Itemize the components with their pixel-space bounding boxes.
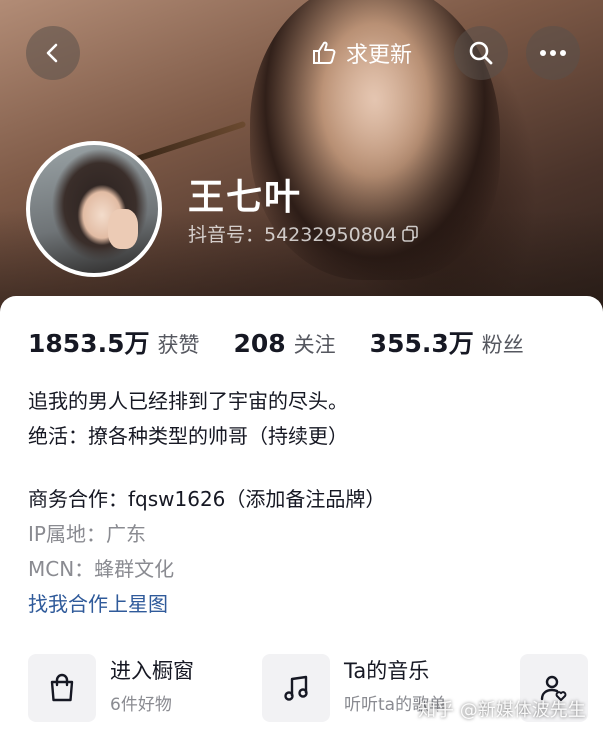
shopping-bag-icon bbox=[50, 673, 74, 702]
profile-stats: 1853.5万 获赞 208 关注 355.3万 粉丝 bbox=[28, 324, 558, 360]
douyin-id: 抖音号：54232950804 bbox=[188, 220, 419, 247]
bio-line: 追我的男人已经排到了宇宙的尽头。 bbox=[28, 389, 348, 413]
shortcut-title: 进入橱窗 bbox=[110, 659, 194, 683]
ip-location: IP属地：广东 bbox=[28, 522, 146, 546]
music-note-icon bbox=[284, 675, 308, 701]
shortcut-icon-box bbox=[262, 654, 330, 722]
stat-value: 355.3万 bbox=[369, 329, 474, 358]
stat-label: 获赞 bbox=[157, 333, 200, 357]
avatar[interactable] bbox=[26, 141, 162, 277]
chevron-left-icon bbox=[46, 43, 58, 63]
shortcut-subtitle: 6件好物 bbox=[110, 695, 172, 715]
profile-name: 王七叶 bbox=[188, 177, 303, 218]
search-button[interactable] bbox=[454, 26, 508, 80]
profile-info-card: 1853.5万 获赞 208 关注 355.3万 粉丝 追我的男人已经排到了宇宙… bbox=[0, 296, 603, 732]
star-map-link[interactable]: 找我合作上星图 bbox=[28, 587, 168, 622]
stat-likes[interactable]: 1853.5万 获赞 bbox=[28, 324, 199, 360]
mcn-agency: MCN：蜂群文化 bbox=[28, 557, 175, 581]
profile-bio: 追我的男人已经排到了宇宙的尽头。 绝活：撩各种类型的帅哥（持续更） bbox=[28, 384, 348, 454]
avatar-photo-detail bbox=[108, 209, 138, 249]
stat-label: 关注 bbox=[293, 333, 336, 357]
shortcut-showcase[interactable]: 进入橱窗 6件好物 bbox=[28, 654, 194, 722]
request-update-label: 求更新 bbox=[346, 43, 413, 68]
shortcut-title: Ta的音乐 bbox=[344, 659, 430, 683]
business-contact: 商务合作：fqsw1626（添加备注品牌） bbox=[28, 487, 386, 511]
pointing-hand-icon bbox=[313, 41, 336, 64]
stat-following[interactable]: 208 关注 bbox=[233, 329, 335, 359]
bio-line: 绝活：撩各种类型的帅哥（持续更） bbox=[28, 424, 348, 448]
search-icon bbox=[469, 41, 493, 65]
shortcut-icon-box bbox=[28, 654, 96, 722]
profile-meta: IP属地：广东 MCN：蜂群文化 bbox=[28, 517, 174, 587]
stat-value: 208 bbox=[233, 329, 286, 358]
stat-value: 1853.5万 bbox=[28, 329, 150, 358]
request-update-button[interactable]: 求更新 bbox=[298, 30, 422, 76]
more-button[interactable] bbox=[526, 26, 580, 80]
back-button[interactable] bbox=[26, 26, 80, 80]
watermark: 知乎 @新媒体波先生 bbox=[418, 700, 586, 721]
stat-followers[interactable]: 355.3万 粉丝 bbox=[370, 324, 524, 360]
copy-icon[interactable] bbox=[401, 225, 419, 243]
stat-label: 粉丝 bbox=[481, 333, 524, 357]
douyin-id-text: 抖音号：54232950804 bbox=[188, 224, 397, 246]
shortcut-text: 进入橱窗 6件好物 bbox=[110, 654, 194, 718]
more-dots-icon bbox=[540, 50, 566, 56]
